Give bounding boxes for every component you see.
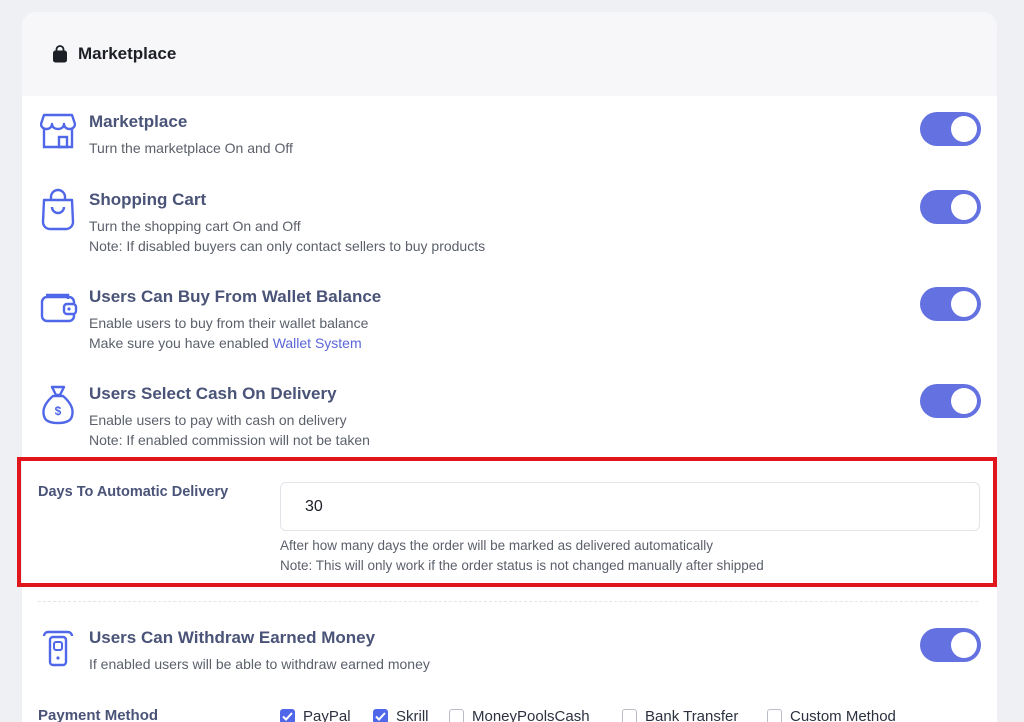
storefront-icon [39,112,77,149]
withdraw-money-toggle[interactable] [920,628,981,662]
toggle-knob [951,194,977,220]
wallet-icon [40,289,78,325]
toggle-knob [951,632,977,658]
setting-description: Enable users to buy from their wallet ba… [89,315,369,331]
setting-title: Users Select Cash On Delivery [89,384,337,403]
shopping-bag-icon [52,45,68,63]
setting-note-text: Make sure you have enabled [89,335,273,351]
payment-method-label: Payment Method [38,707,159,722]
wallet-balance-toggle[interactable] [920,287,981,321]
cash-on-delivery-toggle[interactable] [920,384,981,418]
money-bag-icon: $ [40,384,76,425]
svg-text:$: $ [55,404,62,418]
setting-title: Users Can Withdraw Earned Money [89,628,376,647]
setting-description: Enable users to pay with cash on deliver… [89,412,347,428]
payment-option-label: Bank Transfer [645,708,739,722]
shopping-cart-toggle[interactable] [920,190,981,224]
toggle-knob [951,116,977,142]
shopping-bag-outline-icon [40,188,76,231]
setting-title: Marketplace [89,112,188,131]
payment-option-label: PayPal [303,708,351,722]
days-to-delivery-label: Days To Automatic Delivery [38,484,229,500]
phone-cash-icon [40,628,76,667]
payment-option-label: Skrill [396,708,429,722]
days-help-text: After how many days the order will be ma… [280,538,713,553]
payment-option-moneypoolscash[interactable]: MoneyPoolsCash [449,708,590,722]
card-title: Marketplace [78,44,177,63]
payment-option-skrill[interactable]: Skrill [373,708,429,722]
days-to-delivery-input[interactable] [280,482,980,531]
setting-description: Turn the shopping cart On and Off [89,218,301,234]
marketplace-toggle[interactable] [920,112,981,146]
payment-option-paypal[interactable]: PayPal [280,708,351,722]
setting-title: Shopping Cart [89,190,207,209]
toggle-knob [951,388,977,414]
payment-option-bank-transfer[interactable]: Bank Transfer [622,708,738,722]
payment-option-label: Custom Method [790,708,896,722]
checkbox-unchecked[interactable] [622,709,637,722]
checkbox-unchecked[interactable] [767,709,782,722]
payment-option-label: MoneyPoolsCash [472,708,590,722]
setting-title: Users Can Buy From Wallet Balance [89,287,382,306]
days-to-delivery-section: Days To Automatic Delivery After how man… [22,462,997,573]
setting-note: Note: If disabled buyers can only contac… [89,238,486,254]
payment-option-custom-method[interactable]: Custom Method [767,708,896,722]
setting-description: Turn the marketplace On and Off [89,140,293,156]
checkbox-checked[interactable] [280,709,295,722]
days-help-note: Note: This will only work if the order s… [280,558,764,573]
setting-description: If enabled users will be able to withdra… [89,656,430,672]
setting-note: Note: If enabled commission will not be … [89,432,370,448]
checkbox-checked[interactable] [373,709,388,722]
card-header: Marketplace [22,12,997,96]
section-divider [38,601,978,602]
wallet-system-link[interactable]: Wallet System [273,335,362,351]
checkbox-unchecked[interactable] [449,709,464,722]
setting-note: Make sure you have enabled Wallet System [89,335,362,351]
toggle-knob [951,291,977,317]
